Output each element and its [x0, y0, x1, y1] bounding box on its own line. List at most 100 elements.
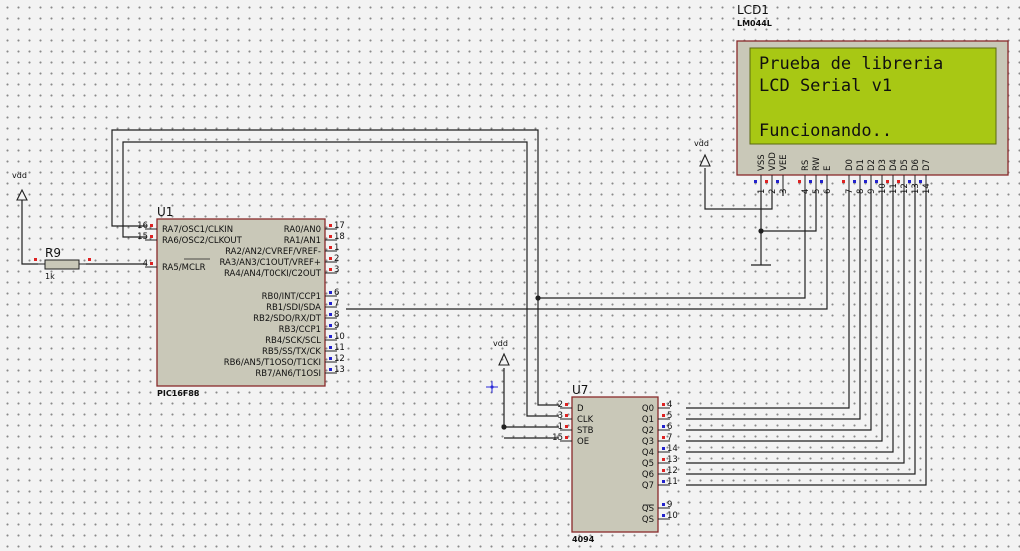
pin-marker: [565, 436, 568, 439]
crosshair-probe-icon[interactable]: [486, 381, 498, 393]
junction-dot: [758, 228, 764, 234]
pin-number: 5: [667, 411, 672, 421]
pin-number: 6: [823, 189, 833, 194]
pin-label: D2: [867, 159, 877, 171]
wire-q1-d1: [686, 191, 861, 420]
pin-marker: [662, 425, 665, 428]
pin-marker: [897, 180, 900, 183]
vdd-terminal-u7[interactable]: vdd: [493, 339, 510, 366]
pin-marker: [776, 180, 779, 183]
pin-label: D5: [900, 159, 910, 171]
pin-number: 16: [137, 221, 148, 231]
pin-number: 4: [667, 400, 672, 410]
pin-marker: [329, 302, 332, 305]
pin-marker: [662, 469, 665, 472]
pin-label: D3: [878, 159, 888, 171]
pin-label: RA2/AN2/CVREF/VREF-: [225, 247, 321, 257]
pin-marker: [842, 180, 845, 183]
pin-marker: [662, 436, 665, 439]
pin-label: CLK: [577, 415, 594, 425]
ic-u7-4094[interactable]: U7 4094 2 D 3 CLK 1 STB 15 OE 4 Q0 5 Q1 6 Q2 7 Q3 14 Q4 1…: [552, 383, 678, 544]
pin-number: 1: [334, 243, 339, 253]
pin-label: RB7/AN6/T1OSI: [255, 369, 321, 379]
pin-label: RB4/SCK/SCL: [265, 336, 321, 346]
pin-marker: [329, 291, 332, 294]
resistor-r9[interactable]: R9 1k: [34, 246, 91, 281]
u1-part: PIC16F88: [157, 389, 200, 398]
wire-lcd-rw-gnd: [761, 191, 817, 232]
pin-number: 2: [768, 189, 778, 194]
pin-number: 6: [667, 422, 672, 432]
vdd-label: vdd: [12, 171, 27, 180]
lcd-line-4: Funcionando..: [759, 121, 892, 141]
ic-u1-pic16f88[interactable]: U1 PIC16F88 16 RA7/OSC1/CLKIN15 RA6/OSC2/C…: [137, 205, 345, 398]
pin-number: 14: [922, 183, 932, 194]
lcd-lm044l[interactable]: LCD1 LM044L Prueba de libreria LCD Seria…: [736, 3, 1009, 194]
pin-marker: [864, 180, 867, 183]
pin-number: 7: [667, 433, 672, 443]
pin-number: 8: [334, 310, 339, 320]
pin-number: 3: [558, 411, 563, 421]
pin-marker: [875, 180, 878, 183]
u7-right-pins: 4 Q0 5 Q1 6 Q2 7 Q3 14 Q4 13 Q5 12 Q6 11 Q7 9 QS 10 QS: [642, 400, 678, 525]
lcd-part: LM044L: [737, 19, 772, 28]
pin-number: 12: [334, 354, 345, 364]
pin-number: 15: [552, 433, 563, 443]
pin-number: 1: [757, 189, 767, 194]
pin-label: RA1/AN1: [284, 236, 321, 246]
pin-label: D6: [911, 159, 921, 171]
pin-number: 4: [801, 189, 811, 194]
pin-number: 18: [334, 232, 345, 242]
vdd-terminal-r9[interactable]: vdd: [12, 171, 28, 201]
lcd-line-2: LCD Serial v1: [759, 76, 892, 96]
pin-number: 2: [558, 400, 563, 410]
pin-marker: [329, 268, 332, 271]
pin-marker: [329, 324, 332, 327]
vdd-label: vdd: [493, 339, 508, 348]
pin-marker: [88, 258, 91, 261]
pin-label: Q5: [642, 459, 654, 469]
lcd-ref: LCD1: [737, 3, 769, 17]
pin-label: RA6/OSC2/CLKOUT: [162, 236, 243, 246]
pin-number: 8: [856, 189, 866, 194]
resistor-body: [44, 259, 80, 270]
pin-marker: [798, 180, 801, 183]
pin-number: 3: [779, 189, 789, 194]
pin-marker: [565, 403, 568, 406]
junction-dot: [535, 295, 541, 301]
pin-label: RB5/SS/TX/CK: [262, 347, 321, 357]
pin-marker: [329, 235, 332, 238]
pin-label: D: [577, 404, 584, 414]
pin-marker: [662, 403, 665, 406]
pin-number: 3: [334, 265, 339, 275]
pin-marker: [329, 246, 332, 249]
vdd-terminal-lcd[interactable]: vdd: [694, 139, 711, 167]
pin-number: 15: [137, 232, 148, 242]
pin-marker: [150, 235, 153, 238]
pin-label: RA5/MCLR: [162, 263, 206, 273]
pin-number: 2: [334, 254, 339, 264]
pin-number: 11: [889, 183, 899, 194]
pin-number: 13: [667, 455, 678, 465]
u7-part: 4094: [572, 535, 595, 544]
pin-label: RS: [801, 160, 811, 171]
pin-number: 4: [143, 259, 148, 269]
pin-marker: [150, 262, 153, 265]
pin-label: RW: [812, 156, 822, 171]
pin-marker: [662, 458, 665, 461]
pin-label: Q0: [642, 404, 654, 414]
u1-ref: U1: [157, 205, 173, 219]
pin-label: D4: [889, 159, 899, 171]
wire-vdd-r9: [21, 200, 38, 265]
u7-ref: U7: [572, 383, 588, 397]
pin-marker: [853, 180, 856, 183]
pin-label: RB0/INT/CCP1: [262, 292, 321, 302]
wire-q6-d6: [686, 191, 916, 475]
pin-label: VSS: [757, 154, 767, 171]
pin-label: RB2/SDO/RX/DT: [253, 314, 322, 324]
pin-marker: [329, 346, 332, 349]
pin-marker: [662, 414, 665, 417]
pin-number: 9: [867, 189, 877, 194]
pin-label: Q2: [642, 426, 654, 436]
vdd-label: vdd: [694, 139, 709, 148]
